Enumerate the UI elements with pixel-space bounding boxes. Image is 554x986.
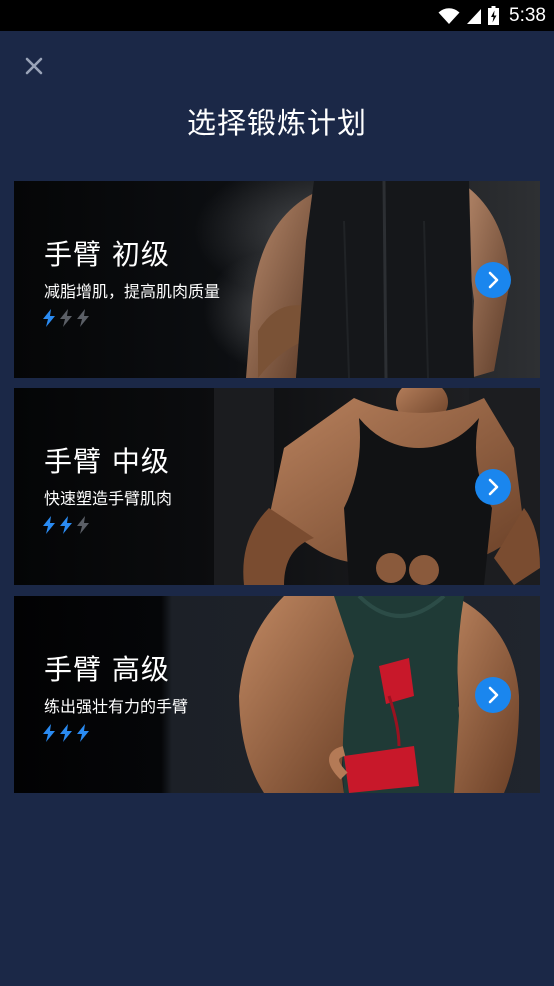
bolt-icon-active xyxy=(43,309,55,327)
bolt-icon-inactive xyxy=(77,309,89,327)
status-bar: 5:38 xyxy=(0,0,554,31)
card-title: 手臂 中级 xyxy=(44,445,170,478)
chevron-right-icon xyxy=(488,271,499,289)
card-subtitle: 快速塑造手臂肌肉 xyxy=(44,489,173,508)
chevron-right-icon xyxy=(488,686,499,704)
bolt-icon-active xyxy=(43,724,55,742)
difficulty-rating xyxy=(42,516,90,534)
bolt-icon-inactive xyxy=(77,516,89,534)
bolt-icon-active xyxy=(60,516,72,534)
plan-card-beginner[interactable]: 手臂 初级 减脂增肌，提高肌肉质量 xyxy=(14,181,540,378)
card-title: 手臂 初级 xyxy=(44,238,170,271)
card-subtitle: 练出强壮有力的手臂 xyxy=(44,697,189,716)
card-subtitle: 减脂增肌，提高肌肉质量 xyxy=(44,282,221,301)
bolt-icon-active xyxy=(60,724,72,742)
page-title: 选择锻炼计划 xyxy=(186,106,367,140)
difficulty-rating xyxy=(42,309,90,327)
close-icon xyxy=(25,57,43,75)
open-plan-button[interactable] xyxy=(475,262,511,298)
close-button[interactable] xyxy=(18,50,50,82)
battery-charging-icon xyxy=(488,6,500,25)
plan-card-advanced[interactable]: 手臂 高级 练出强壮有力的手臂 xyxy=(14,596,540,793)
open-plan-button[interactable] xyxy=(475,677,511,713)
bolt-icon-active xyxy=(77,724,89,742)
difficulty-rating xyxy=(42,724,90,742)
plan-card-intermediate[interactable]: 手臂 中级 快速塑造手臂肌肉 xyxy=(14,388,540,585)
wifi-icon xyxy=(438,7,460,24)
bolt-icon-active xyxy=(43,516,55,534)
bolt-icon-inactive xyxy=(60,309,72,327)
status-icons: 5:38 xyxy=(438,4,546,27)
status-time: 5:38 xyxy=(509,4,546,26)
chevron-right-icon xyxy=(488,478,499,496)
open-plan-button[interactable] xyxy=(475,469,511,505)
signal-icon xyxy=(467,8,482,24)
card-title: 手臂 高级 xyxy=(44,653,170,686)
